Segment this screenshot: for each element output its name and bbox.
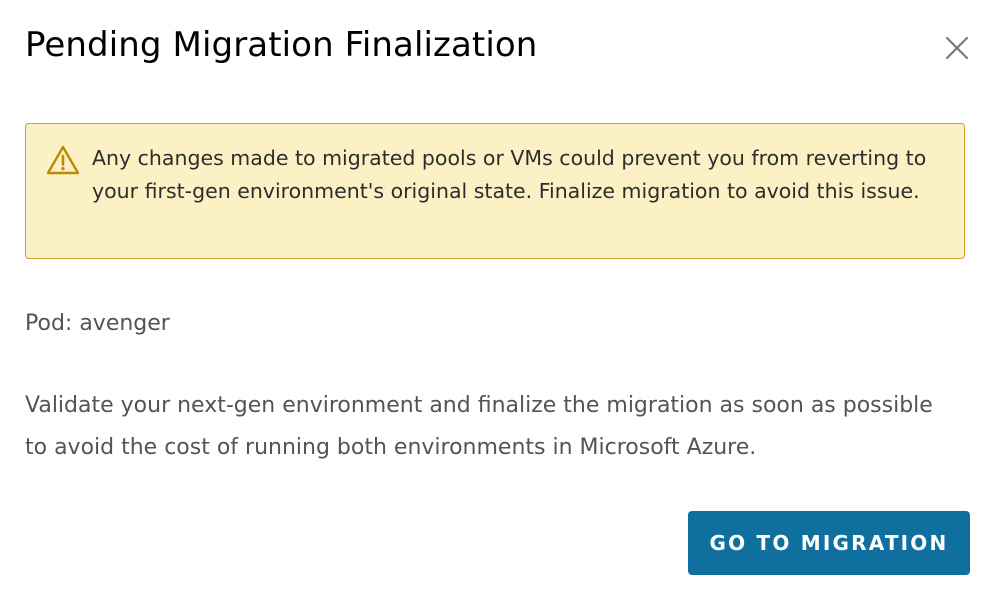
dialog-title: Pending Migration Finalization [25, 25, 538, 65]
migration-finalization-dialog: Pending Migration Finalization Any chang… [0, 0, 989, 593]
close-button[interactable] [939, 30, 975, 66]
close-icon [945, 36, 969, 60]
alert-message: Any changes made to migrated pools or VM… [92, 146, 927, 203]
warning-alert: Any changes made to migrated pools or VM… [25, 123, 965, 259]
warning-triangle-icon [46, 145, 80, 175]
dialog-description: Validate your next-gen environment and f… [25, 393, 933, 460]
pod-label: Pod: avenger [25, 311, 170, 336]
go-to-migration-button[interactable]: GO TO MIGRATION [688, 511, 970, 575]
